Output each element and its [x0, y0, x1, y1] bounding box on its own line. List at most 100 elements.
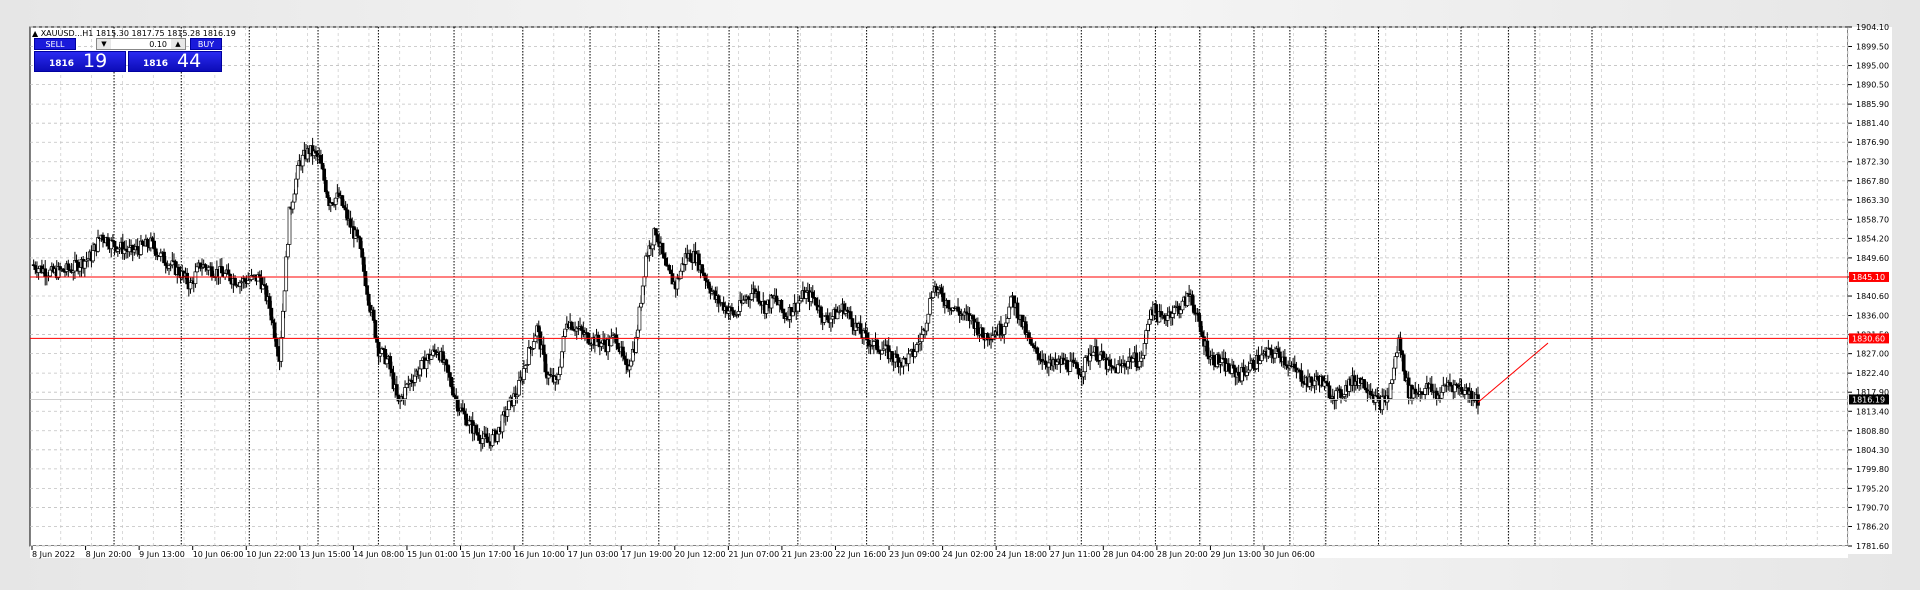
x-tick-label: 21 Jun 23:00	[782, 550, 833, 559]
candle-body	[96, 237, 100, 252]
candle-body	[556, 374, 561, 381]
candle-body	[621, 346, 625, 357]
candle-body	[895, 353, 899, 358]
candle-body	[373, 320, 378, 338]
candle-body	[1131, 358, 1135, 363]
candle-body	[629, 360, 634, 367]
sell-price-big: 19	[83, 50, 108, 72]
candle-body	[558, 366, 563, 375]
candle-body	[1439, 391, 1444, 399]
lot-size-value[interactable]: 0.10	[115, 39, 167, 50]
candle-body	[906, 353, 911, 364]
candle-body	[531, 341, 536, 349]
candle-body	[460, 407, 465, 412]
candle-body	[1423, 388, 1428, 395]
candle-body	[429, 354, 434, 360]
candle-body	[1198, 321, 1203, 333]
candle-body	[1004, 322, 1008, 327]
candle-body	[863, 330, 868, 334]
candle-body	[474, 425, 478, 433]
candle-body	[650, 244, 655, 250]
candle-body	[622, 355, 627, 360]
candle-body	[1241, 367, 1246, 373]
candle-body	[210, 266, 214, 277]
candle-body	[272, 322, 277, 339]
price-chart[interactable]: 1904.10 1899.50 1895.00 1890.50 1885.90 1881.…	[0, 0, 1920, 590]
candle-body	[541, 344, 546, 355]
candle-body	[726, 310, 731, 314]
y-tick-label: 1890.50	[1856, 81, 1889, 90]
candle-body	[284, 256, 289, 292]
candle-body	[1401, 354, 1406, 372]
x-tick-label: 15 Jun 01:00	[407, 550, 458, 559]
candle-body	[140, 240, 145, 245]
lot-down-icon[interactable]: ▼	[97, 39, 111, 49]
candle-body	[1231, 364, 1236, 369]
y-tick-label: 1840.60	[1856, 292, 1889, 301]
candle-body	[1046, 362, 1051, 368]
y-tick-label: 1822.40	[1856, 369, 1889, 378]
candle-body	[48, 269, 53, 277]
plot-area[interactable]	[29, 26, 1849, 547]
candle-body	[579, 326, 584, 331]
sell-price-button[interactable]: 1816 19	[34, 50, 126, 72]
candle-body	[389, 368, 394, 374]
candle-body	[1134, 352, 1139, 367]
candle-body	[507, 400, 511, 411]
candle-body	[1083, 357, 1087, 373]
lot-size-field[interactable]: ▼ 0.10 ▲	[96, 38, 186, 50]
candle-body	[1469, 390, 1474, 400]
candle-body	[361, 256, 366, 272]
candle-body	[764, 304, 769, 314]
candle-body	[731, 310, 736, 316]
candle-body	[667, 265, 672, 271]
candle-body	[1162, 315, 1167, 319]
chart-menu-icon[interactable]: ▲	[32, 29, 38, 38]
candle-body	[279, 337, 284, 362]
candle-body	[281, 310, 285, 338]
candle-body	[371, 309, 376, 321]
candle-body	[419, 360, 424, 370]
candle-body	[1007, 306, 1012, 319]
chart-window[interactable]: 1904.10 1899.50 1895.00 1890.50 1885.90 1881.…	[0, 0, 1920, 590]
candle-body	[1002, 326, 1007, 335]
x-tick-label: 24 Jun 18:00	[996, 550, 1047, 559]
candle-body	[475, 432, 480, 436]
candle-body	[388, 356, 393, 370]
candle-body	[678, 270, 683, 279]
candle-body	[675, 277, 680, 290]
x-tick-label: 30 Jun 06:00	[1264, 550, 1315, 559]
candle-body	[1170, 313, 1175, 318]
candle-body	[1190, 294, 1195, 306]
candle-body	[1144, 330, 1149, 344]
x-tick-label: 22 Jun 16:00	[835, 550, 886, 559]
candle-body	[1027, 332, 1031, 339]
candle-body	[480, 438, 485, 444]
buy-price-button[interactable]: 1816 44	[128, 50, 222, 72]
candle-body	[195, 266, 199, 273]
x-tick-label: 8 Jun 2022	[32, 550, 75, 559]
candle-body	[1327, 385, 1332, 399]
candle-body	[644, 255, 648, 277]
candle-body	[340, 195, 345, 206]
y-tick-label: 1863.30	[1856, 196, 1889, 205]
candle-body	[662, 253, 667, 259]
candle-body	[300, 154, 305, 167]
lot-up-icon[interactable]: ▲	[171, 39, 185, 49]
x-tick-label: 29 Jun 13:00	[1210, 550, 1261, 559]
candle-body	[1400, 350, 1404, 356]
candle-body	[1094, 346, 1099, 361]
candle-body	[637, 306, 642, 331]
candle-body	[1276, 348, 1281, 353]
candle-body	[1393, 356, 1398, 369]
candle-body	[292, 193, 297, 203]
candle-body	[424, 360, 429, 370]
candle-body	[635, 329, 640, 338]
sell-button[interactable]: SELL	[34, 38, 76, 50]
y-tick-label: 1813.40	[1856, 407, 1889, 416]
buy-button[interactable]: BUY	[190, 38, 222, 50]
candle-body	[1205, 340, 1210, 357]
y-tick-label: 1849.60	[1856, 254, 1889, 263]
candle-body	[127, 247, 132, 253]
candle-body	[290, 201, 295, 210]
